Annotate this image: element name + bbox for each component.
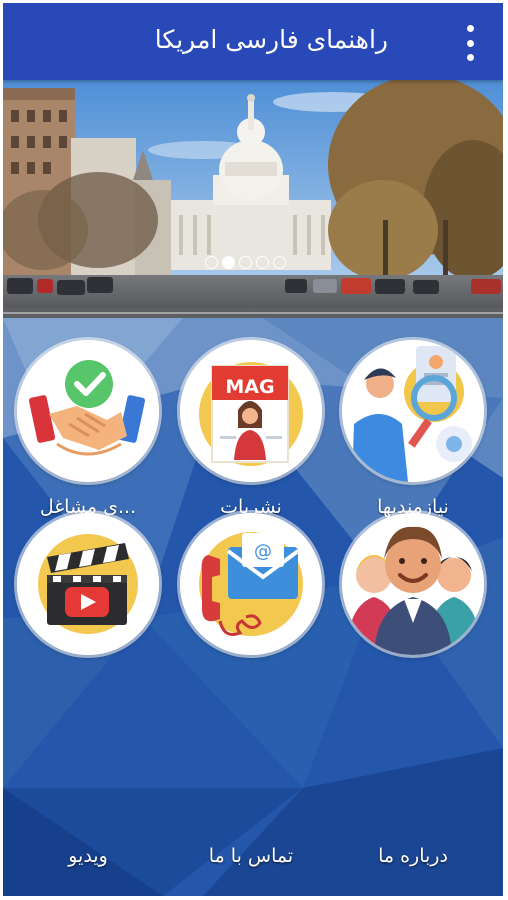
menu-item-publications[interactable]: MAG نشریات	[176, 340, 326, 520]
menu-item-businesses[interactable]: ...ی مشاغل	[13, 340, 163, 520]
capitol-photo	[3, 80, 503, 318]
slider-dot[interactable]	[256, 256, 269, 269]
slider-dot[interactable]	[239, 256, 252, 269]
mag-text: MAG	[225, 376, 274, 398]
app-screen: راهنمای فارسی امریکا نیازمندیها MAG نشری…	[3, 3, 503, 896]
slider-dot[interactable]	[273, 256, 286, 269]
more-vert-icon[interactable]	[463, 25, 477, 61]
menu-item-recruitment[interactable]: نیازمندیها	[338, 340, 488, 520]
menu-item-video[interactable]: ویدیو	[13, 513, 163, 867]
app-title: راهنمای فارسی امریکا	[154, 25, 388, 54]
business-handshake-icon	[17, 340, 159, 482]
menu-item-about-us[interactable]: درباره ما	[338, 513, 488, 867]
menu-grid: نیازمندیها MAG نشریات ...ی مشاغل درباره …	[3, 318, 503, 896]
contact-phone-mail-icon: @	[180, 513, 322, 655]
recruitment-icon	[342, 340, 484, 482]
menu-item-contact-us[interactable]: @ تماس با ما	[176, 513, 326, 867]
slider-dot-active[interactable]	[222, 256, 235, 269]
app-bar: راهنمای فارسی امریکا	[3, 3, 503, 80]
menu-item-label: تماس با ما	[208, 845, 294, 867]
slider-dot[interactable]	[205, 256, 218, 269]
mag-publication-icon: MAG	[180, 340, 322, 482]
svg-text:@: @	[254, 541, 272, 562]
menu-item-label: ویدیو	[68, 845, 108, 867]
video-clapper-icon	[17, 513, 159, 655]
image-slider[interactable]	[3, 80, 503, 318]
slider-indicator	[205, 256, 286, 269]
people-group-icon	[342, 513, 484, 655]
menu-item-label: درباره ما	[378, 845, 448, 867]
